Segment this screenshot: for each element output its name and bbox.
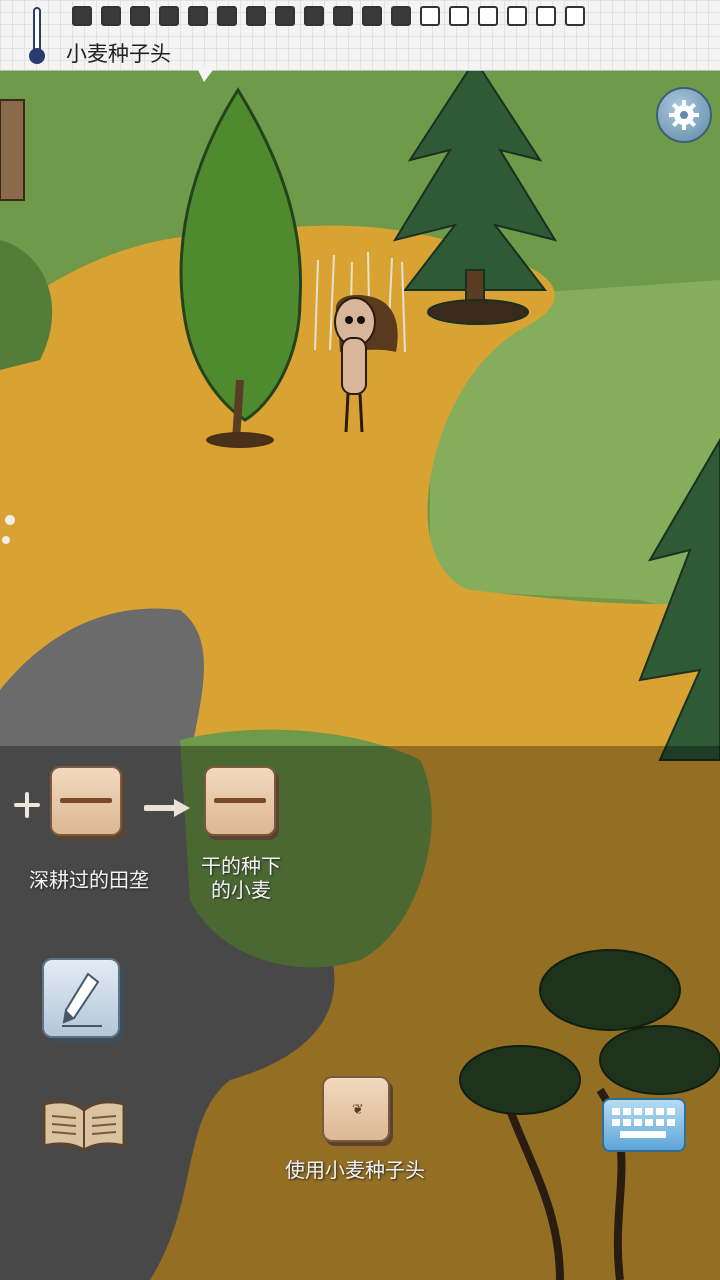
food-pip-full	[72, 6, 92, 26]
food-pip-full	[101, 6, 121, 26]
food-pip-full	[304, 6, 324, 26]
food-pip-full	[275, 6, 295, 26]
plus-icon	[14, 792, 40, 818]
result-object-label: 干的种下 的小麦	[201, 854, 281, 902]
use-held-object-button[interactable]: ❦	[322, 1076, 390, 1142]
food-pip-full	[391, 6, 411, 26]
pencil-icon	[62, 972, 102, 1027]
keyboard-button[interactable]	[602, 1098, 686, 1152]
food-pip-full	[217, 6, 237, 26]
food-pip-empty	[507, 6, 527, 26]
hut-fragment	[0, 99, 25, 201]
arrow-right-icon	[144, 799, 190, 817]
food-pip-empty	[478, 6, 498, 26]
food-pip-empty	[536, 6, 556, 26]
hover-object-label: 小麦种子头	[66, 42, 171, 66]
source-object-tile[interactable]	[50, 766, 122, 836]
dry-planted-wheat-sprite	[214, 798, 266, 803]
food-pip-full	[188, 6, 208, 26]
recipe-book-icon[interactable]	[40, 1098, 128, 1152]
keyboard-icon	[612, 1108, 675, 1138]
thermometer-icon	[29, 7, 45, 64]
settings-button[interactable]	[656, 87, 712, 143]
food-pip-full	[159, 6, 179, 26]
wheat-seed-head-icon: ❦	[352, 1102, 364, 1118]
food-pip-full	[333, 6, 353, 26]
food-pip-empty	[565, 6, 585, 26]
food-pip-full	[362, 6, 382, 26]
tilled-row-sprite	[60, 798, 112, 803]
pencil-button[interactable]	[42, 958, 120, 1038]
label-bubble-tail	[196, 66, 216, 82]
food-meter	[72, 6, 585, 26]
source-object-label: 深耕过的田垄	[29, 868, 149, 892]
food-pip-empty	[420, 6, 440, 26]
use-object-label: 使用小麦种子头	[285, 1158, 425, 1182]
food-pip-empty	[449, 6, 469, 26]
settings-gear-icon	[669, 100, 699, 130]
food-pip-full	[246, 6, 266, 26]
result-object-tile[interactable]	[204, 766, 276, 836]
food-pip-full	[130, 6, 150, 26]
status-bar: 小麦种子头	[0, 0, 720, 71]
